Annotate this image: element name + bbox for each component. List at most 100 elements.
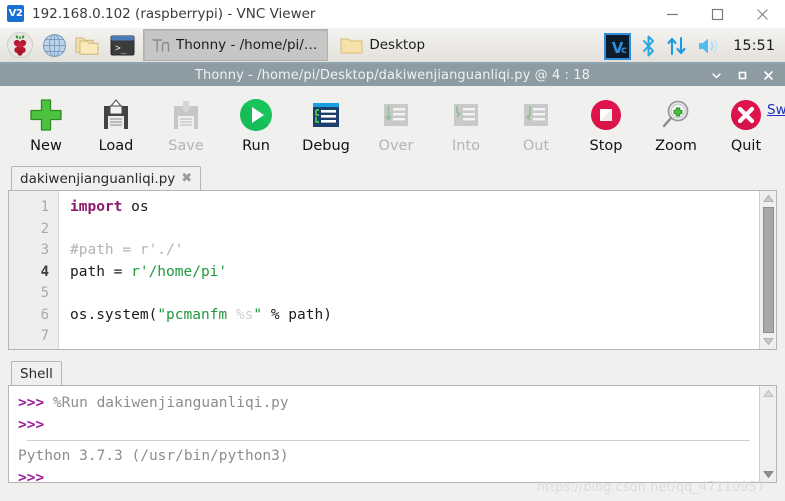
magnifier-plus-icon: [658, 95, 694, 135]
thonny-window: Thonny - /home/pi/Desktop/dakiwenjiangua…: [0, 64, 785, 501]
shell-tab-label: Shell: [20, 365, 53, 382]
network-icon[interactable]: [666, 35, 688, 57]
code-token: #path = r'./': [70, 242, 184, 258]
code-token: %s: [235, 306, 254, 323]
debug-button-label: Debug: [302, 138, 350, 154]
file-manager-icon[interactable]: [71, 28, 105, 62]
code-text[interactable]: import os #path = r'./' path = r'/home/p…: [59, 191, 759, 349]
web-browser-icon[interactable]: [37, 28, 71, 62]
quit-button-label: Quit: [730, 138, 762, 154]
editor-tab-dakiwenjianguanliqi[interactable]: dakiwenjianguanliqi.py ✖: [11, 166, 202, 190]
shell-scrollbar[interactable]: [759, 386, 776, 482]
shell-line: >>>: [18, 467, 759, 482]
code-line: path = r'/home/pi': [70, 262, 759, 284]
task-button-desktop[interactable]: Desktop: [332, 29, 436, 61]
line-number: 5: [40, 285, 49, 301]
vnc-close-button[interactable]: [740, 0, 785, 28]
close-circle-icon: [728, 95, 764, 135]
thonny-minimize-button[interactable]: [710, 64, 723, 86]
scroll-up-icon[interactable]: [762, 386, 774, 401]
thonny-logo-icon: [151, 37, 170, 54]
shell-tabrow: Shell: [8, 359, 777, 385]
line-number: 1: [40, 199, 49, 215]
code-token: % path): [262, 306, 332, 323]
vnc-maximize-button[interactable]: [695, 0, 740, 28]
thonny-window-title: Thonny - /home/pi/Desktop/dakiwenjiangua…: [194, 67, 591, 83]
run-button-label: Run: [242, 138, 270, 154]
zoom-button[interactable]: Zoom: [641, 95, 711, 154]
thonny-maximize-button[interactable]: [736, 64, 749, 86]
new-button[interactable]: New: [11, 95, 81, 154]
load-button[interactable]: Load: [81, 95, 151, 154]
task-label-desktop: Desktop: [369, 37, 426, 53]
stop-button[interactable]: Stop: [571, 95, 641, 154]
line-number: 2: [40, 220, 49, 237]
scroll-thumb[interactable]: [762, 207, 774, 333]
editor-area: dakiwenjianguanliqi.py ✖ 1 2 3 4 5 6 7 i…: [0, 164, 785, 350]
taskbar-clock[interactable]: 15:51: [733, 38, 775, 54]
thonny-window-controls: [710, 64, 781, 86]
load-button-label: Load: [98, 138, 134, 154]
vnc-viewer-window: V2 192.168.0.102 (raspberrypi) - VNC Vie…: [0, 0, 785, 501]
shell-prompt: >>>: [18, 417, 45, 433]
code-line: #path = r'./': [70, 240, 759, 262]
svg-text:>_: >_: [115, 43, 127, 54]
floppy-open-icon: [98, 95, 134, 135]
tab-shell[interactable]: Shell: [11, 361, 62, 385]
shell-prompt: >>>: [18, 395, 45, 411]
step-out-icon: [518, 95, 554, 135]
plus-icon: [28, 95, 64, 135]
editor-scrollbar[interactable]: [759, 191, 776, 349]
shell-separator: [27, 440, 750, 441]
stop-icon: [588, 95, 624, 135]
scroll-track[interactable]: [761, 401, 776, 467]
vnc-server-icon[interactable]: V c: [604, 32, 632, 60]
line-number: 7: [40, 328, 49, 344]
code-line: os.system("pcmanfm %s" % path): [70, 305, 759, 327]
code-line: import os: [70, 197, 759, 219]
debug-button[interactable]: Debug: [291, 95, 361, 154]
thonny-titlebar: Thonny - /home/pi/Desktop/dakiwenjiangua…: [0, 64, 785, 86]
editor-tabrow: dakiwenjianguanliqi.py ✖: [8, 164, 777, 190]
scroll-up-icon[interactable]: [762, 191, 774, 206]
shell-output[interactable]: >>> %Run dakiwenjianguanliqi.py >>> Pyth…: [9, 386, 759, 482]
line-number-gutter: 1 2 3 4 5 6 7: [9, 191, 59, 349]
code-token: os.system(: [70, 306, 158, 323]
switch-mode-link[interactable]: Switch to regular mode: [767, 102, 785, 118]
save-button[interactable]: Save: [151, 95, 221, 154]
code-token: "pcmanfm: [157, 306, 236, 323]
vnc-logo-icon: V2: [7, 5, 24, 22]
close-icon[interactable]: ✖: [181, 172, 192, 185]
shell-line: >>> %Run dakiwenjianguanliqi.py: [18, 392, 759, 414]
scroll-down-icon[interactable]: [762, 467, 774, 482]
stop-button-label: Stop: [589, 138, 623, 154]
terminal-icon[interactable]: >_: [105, 28, 139, 62]
run-button[interactable]: Run: [221, 95, 291, 154]
shell-line-text: %Run dakiwenjianguanliqi.py: [44, 395, 289, 411]
shell-line: >>>: [18, 414, 759, 436]
over-button-label: Over: [378, 138, 414, 154]
scroll-down-icon[interactable]: [762, 334, 774, 349]
over-button[interactable]: Over: [361, 95, 431, 154]
vnc-minimize-button[interactable]: [650, 0, 695, 28]
code-token: path =: [70, 263, 132, 280]
step-into-icon: [448, 95, 484, 135]
into-button[interactable]: Into: [431, 95, 501, 154]
floppy-save-icon: [168, 95, 204, 135]
task-button-thonny[interactable]: Thonny - /home/pi/…: [143, 29, 329, 61]
scroll-track[interactable]: [761, 206, 776, 334]
raspberry-menu-icon[interactable]: [3, 28, 37, 62]
out-button[interactable]: Out: [501, 95, 571, 154]
task-label-thonny: Thonny - /home/pi/…: [176, 37, 318, 53]
code-editor[interactable]: 1 2 3 4 5 6 7 import os #path = r'./' pa…: [8, 190, 777, 350]
bluetooth-icon[interactable]: [640, 35, 657, 57]
out-button-label: Out: [522, 138, 550, 154]
thonny-close-button[interactable]: [762, 64, 775, 86]
vnc-window-controls: [650, 0, 785, 28]
code-token: os: [122, 199, 149, 215]
volume-icon[interactable]: [697, 36, 721, 56]
shell-console[interactable]: >>> %Run dakiwenjianguanliqi.py >>> Pyth…: [8, 385, 777, 483]
